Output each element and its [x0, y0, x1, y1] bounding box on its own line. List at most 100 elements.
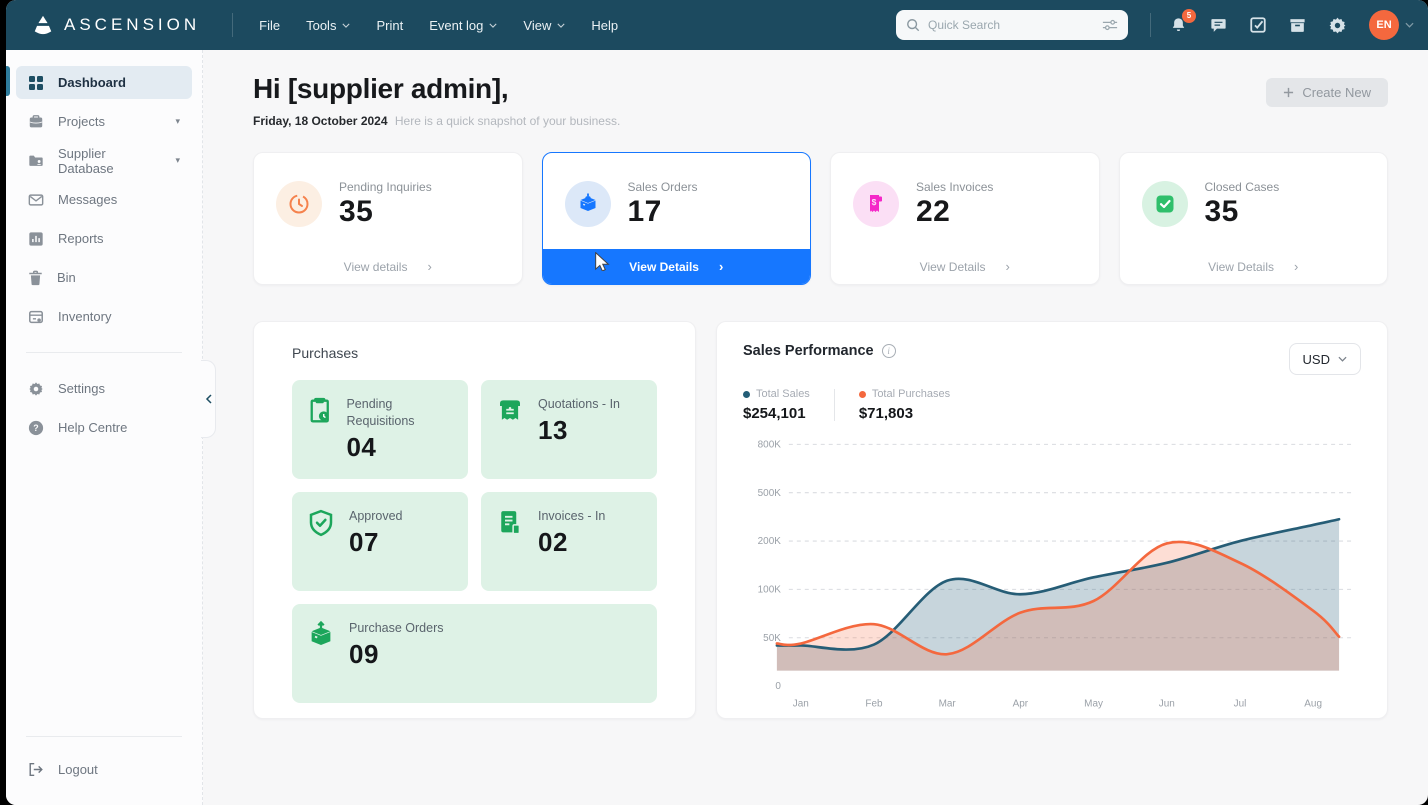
box-send-icon — [306, 620, 336, 650]
stat-value: 17 — [628, 195, 698, 229]
tasks-check-icon[interactable] — [1249, 16, 1267, 34]
divider — [1150, 13, 1151, 37]
sidebar-item-settings[interactable]: Settings — [16, 372, 192, 405]
brand-logo[interactable]: ASCENSION — [32, 14, 200, 36]
stat-label: Sales Invoices — [916, 180, 993, 194]
top-navbar: ASCENSION File Tools Print Event log Vie… — [6, 0, 1428, 50]
total-sales-dot — [743, 391, 750, 398]
svg-text:500K: 500K — [758, 488, 781, 499]
main-content: Hi [supplier admin], Friday, 18 October … — [203, 50, 1428, 805]
stat-value: 35 — [339, 195, 432, 229]
svg-text:100K: 100K — [758, 584, 781, 595]
view-details-button[interactable]: View Details› — [543, 249, 811, 284]
currency-select[interactable]: USD — [1289, 343, 1361, 375]
sidebar-item-supplier-database[interactable]: Supplier Database ▾ — [16, 144, 192, 177]
stat-value: 22 — [916, 195, 993, 229]
chevron-down-icon — [1338, 356, 1347, 362]
purchases-card-pending-requisitions[interactable]: Pending Requisitions 04 — [292, 380, 468, 479]
sidebar-item-inventory[interactable]: Inventory — [16, 300, 192, 333]
settings-gear-icon[interactable] — [1328, 16, 1347, 35]
sales-performance-panel: Sales Performance i USD Total Sales $254… — [716, 321, 1388, 719]
folder-user-icon — [28, 153, 44, 169]
stat-card-sales-invoices[interactable]: $ Sales Invoices 22 View Details› — [830, 152, 1100, 285]
total-sales-amount: $254,101 — [743, 405, 810, 422]
sidebar-item-label: Messages — [58, 192, 180, 207]
svg-text:0: 0 — [775, 681, 781, 692]
stat-label: Closed Cases — [1205, 180, 1280, 194]
purchases-panel: Purchases Pending Requisitions 04 — [253, 321, 696, 719]
purchases-card-quotations-in[interactable]: Quotations - In 13 — [481, 380, 657, 479]
active-item-indicator — [6, 66, 10, 96]
view-details-link[interactable]: View Details› — [1120, 249, 1388, 284]
purchases-card-purchase-orders[interactable]: Purchase Orders 09 — [292, 604, 657, 703]
purchases-card-invoices-in[interactable]: Invoices - In 02 — [481, 492, 657, 591]
stat-label: Pending Inquiries — [339, 180, 432, 194]
chevron-right-icon: › — [1005, 259, 1009, 274]
create-new-button[interactable]: Create New — [1266, 78, 1388, 107]
purchases-card-value: 07 — [349, 527, 403, 558]
chevron-right-icon: › — [1294, 259, 1298, 274]
purchases-card-value: 13 — [538, 415, 620, 446]
filter-sliders-icon[interactable] — [1102, 18, 1118, 32]
svg-text:Apr: Apr — [1013, 699, 1029, 710]
legend-total-sales: Total Sales $254,101 — [743, 388, 810, 422]
divider — [26, 736, 182, 737]
purchases-card-label: Purchase Orders — [349, 620, 443, 637]
divider — [834, 389, 835, 421]
sidebar-item-messages[interactable]: Messages — [16, 183, 192, 216]
svg-text:Aug: Aug — [1304, 699, 1322, 710]
svg-text:Jul: Jul — [1234, 699, 1247, 710]
stat-card-closed-cases[interactable]: Closed Cases 35 View Details› — [1119, 152, 1389, 285]
stat-card-sales-orders[interactable]: Sales Orders 17 View Details› — [542, 152, 812, 285]
stat-value: 35 — [1205, 195, 1280, 229]
logout-label: Logout — [58, 762, 180, 777]
purchases-card-label: Quotations - In — [538, 396, 620, 413]
sidebar-item-reports[interactable]: Reports — [16, 222, 192, 255]
menu-file[interactable]: File — [259, 18, 280, 33]
menubar: File Tools Print Event log View Help — [259, 18, 618, 33]
menu-help[interactable]: Help — [591, 18, 618, 33]
view-details-link[interactable]: View details› — [254, 249, 522, 284]
menu-tools[interactable]: Tools — [306, 18, 350, 33]
user-avatar[interactable]: EN — [1369, 10, 1399, 40]
view-details-link[interactable]: View Details› — [831, 249, 1099, 284]
svg-text:Mar: Mar — [939, 699, 957, 710]
sidebar-collapse-button[interactable] — [201, 360, 216, 438]
menu-event-log[interactable]: Event log — [429, 18, 497, 33]
check-square-icon — [1142, 181, 1188, 227]
dashboard-grid-icon — [28, 75, 44, 91]
purchases-card-approved[interactable]: Approved 07 — [292, 492, 468, 591]
clipboard-clock-icon — [306, 396, 333, 426]
menu-print[interactable]: Print — [376, 18, 403, 33]
sidebar-item-label: Reports — [58, 231, 180, 246]
sidebar-item-bin[interactable]: Bin — [16, 261, 192, 294]
sidebar-item-label: Projects — [58, 114, 161, 129]
purchases-card-label: Invoices - In — [538, 508, 605, 525]
area-chart: 050K100K200K500K800KJanFebMarAprMayJunJu… — [743, 432, 1361, 718]
svg-text:800K: 800K — [758, 439, 781, 450]
avatar-chevron-down-icon[interactable] — [1405, 22, 1414, 28]
chevron-down-icon — [489, 23, 497, 28]
svg-text:50K: 50K — [763, 633, 781, 644]
messages-chat-icon[interactable] — [1209, 16, 1228, 35]
subtitle-text: Here is a quick snapshot of your busines… — [395, 114, 620, 128]
trash-icon — [28, 270, 43, 286]
menu-view[interactable]: View — [523, 18, 565, 33]
receipt-dollar-icon: $ — [853, 181, 899, 227]
search-input[interactable] — [928, 18, 1094, 32]
date-text: Friday, 18 October 2024 — [253, 114, 388, 128]
sidebar-item-help-centre[interactable]: ? Help Centre — [16, 411, 192, 444]
stat-label: Sales Orders — [628, 180, 698, 194]
info-icon[interactable]: i — [882, 344, 896, 358]
sidebar-item-projects[interactable]: Projects ▾ — [16, 105, 192, 138]
quick-search[interactable] — [896, 10, 1128, 40]
sidebar-item-label: Inventory — [58, 309, 180, 324]
clock-icon — [276, 181, 322, 227]
sidebar-item-dashboard[interactable]: Dashboard — [16, 66, 192, 99]
notifications-bell-icon[interactable]: 5 — [1169, 16, 1188, 35]
stat-cards-row: Pending Inquiries 35 View details› — [253, 152, 1388, 285]
total-purchases-amount: $71,803 — [859, 405, 950, 422]
stat-card-pending-inquiries[interactable]: Pending Inquiries 35 View details› — [253, 152, 523, 285]
archive-icon[interactable] — [1288, 16, 1307, 35]
logout-button[interactable]: Logout — [16, 753, 192, 786]
